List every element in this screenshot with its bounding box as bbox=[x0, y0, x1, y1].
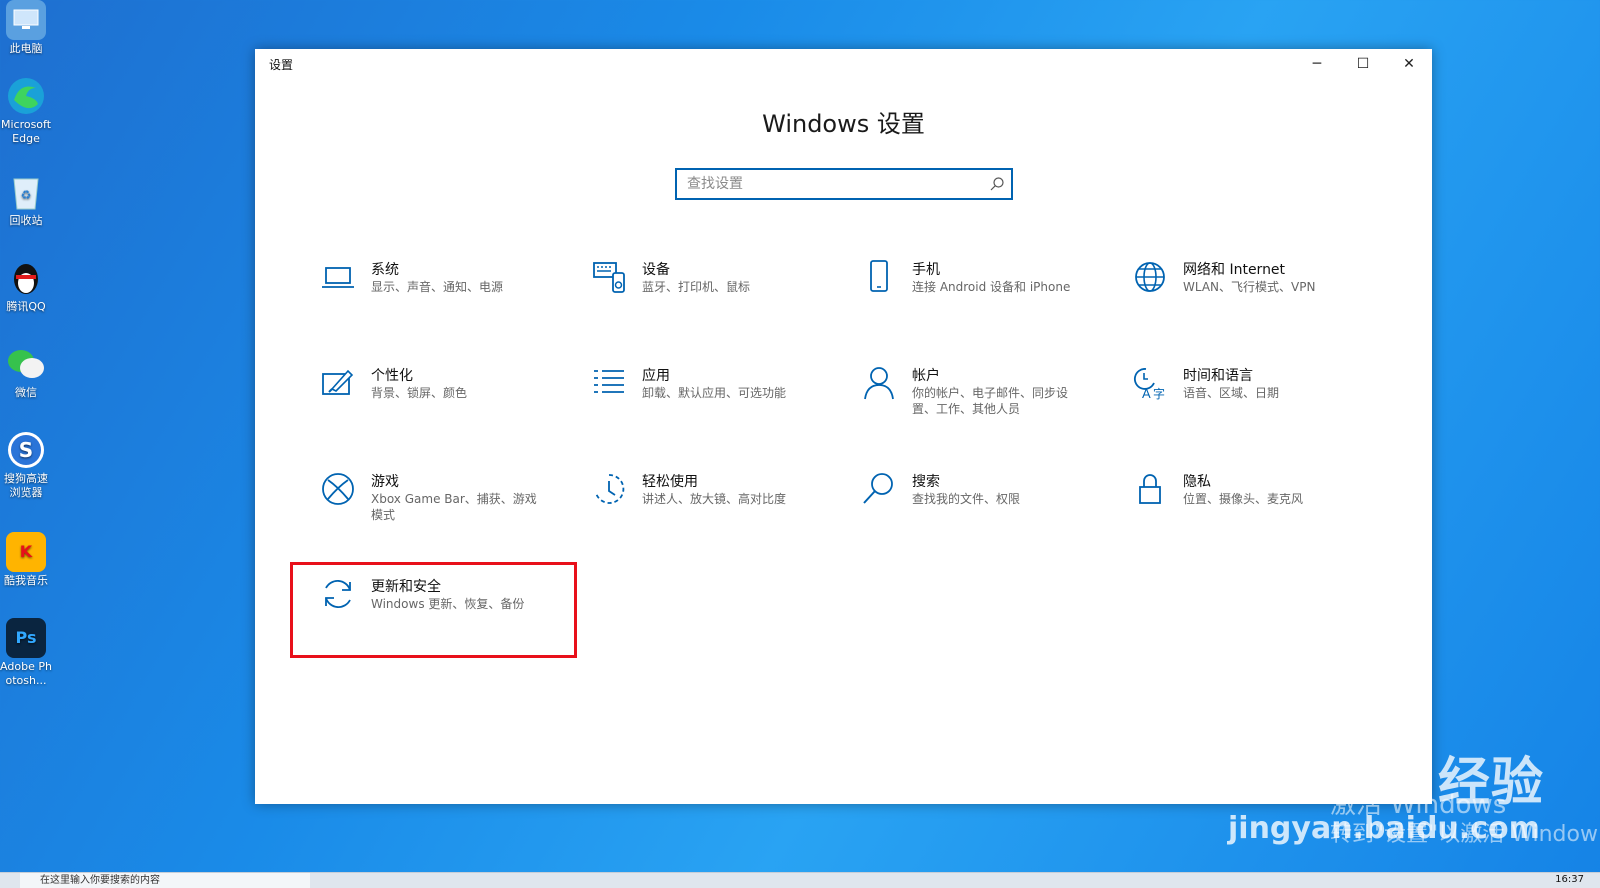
category-description: 背景、锁屏、颜色 bbox=[371, 386, 468, 400]
category-name: 个性化 bbox=[371, 368, 413, 384]
desktop-icon-label: 搜狗高速浏览器 bbox=[4, 472, 48, 499]
category-search[interactable]: 搜索 查找我的文件、权限 bbox=[861, 471, 1111, 561]
desktop-icon-kuwo[interactable]: K 酷我音乐 bbox=[0, 532, 52, 588]
personalization-icon bbox=[322, 369, 354, 395]
category-system[interactable]: 系统 显示、声音、通知、电源 bbox=[320, 259, 570, 349]
category-privacy[interactable]: 隐私 位置、摄像头、麦克风 bbox=[1132, 471, 1382, 561]
qq-penguin-icon bbox=[6, 258, 46, 298]
category-description: 语音、区域、日期 bbox=[1183, 386, 1280, 400]
category-name: 隐私 bbox=[1183, 474, 1211, 490]
phone-icon bbox=[870, 260, 888, 292]
category-name: 帐户 bbox=[912, 368, 940, 384]
recycle-bin-icon: ♻ bbox=[6, 172, 46, 212]
activation-notice: 激活 Windows 转到"设置"以激活 Window bbox=[1330, 790, 1598, 850]
minimize-icon: ─ bbox=[1312, 56, 1322, 72]
apps-list-icon bbox=[594, 370, 624, 393]
category-gaming[interactable]: 游戏 Xbox Game Bar、捕获、游戏模式 bbox=[320, 471, 570, 561]
search-input[interactable] bbox=[677, 170, 1011, 198]
desktop-icon-edge[interactable]: Microsoft Edge bbox=[0, 76, 52, 146]
category-description: 蓝牙、打印机、鼠标 bbox=[642, 280, 751, 294]
taskbar-search[interactable]: 在这里输入你要搜索的内容 bbox=[20, 873, 310, 888]
category-description: 你的帐户、电子邮件、同步设置、工作、其他人员 bbox=[912, 386, 1069, 416]
photoshop-icon: Ps bbox=[6, 618, 46, 658]
sogou-browser-icon: S bbox=[6, 430, 46, 470]
desktop-icon-wechat[interactable]: 微信 bbox=[0, 344, 52, 400]
category-name: 手机 bbox=[912, 262, 940, 278]
category-time-language[interactable]: A字 时间和语言 语音、区域、日期 bbox=[1132, 365, 1382, 455]
time-language-icon: A字 bbox=[1134, 368, 1165, 401]
taskbar-search-text: 在这里输入你要搜索的内容 bbox=[40, 875, 160, 886]
category-name: 系统 bbox=[371, 262, 399, 278]
search-box[interactable] bbox=[675, 168, 1013, 200]
search-icon bbox=[863, 473, 893, 504]
category-phone[interactable]: 手机 连接 Android 设备和 iPhone bbox=[861, 259, 1111, 349]
category-name: 应用 bbox=[642, 368, 670, 384]
title-bar[interactable]: 设置 ─ ☐ ✕ bbox=[255, 49, 1432, 79]
desktop-icon-label: 微信 bbox=[15, 386, 37, 399]
taskbar: 在这里输入你要搜索的内容 16:37 bbox=[0, 872, 1600, 888]
category-description: 讲述人、放大镜、高对比度 bbox=[642, 492, 787, 506]
window-title: 设置 bbox=[269, 58, 294, 72]
category-apps[interactable]: 应用 卸载、默认应用、可选功能 bbox=[591, 365, 841, 455]
desktop-icon-recycle-bin[interactable]: ♻ 回收站 bbox=[0, 172, 52, 228]
category-description: 显示、声音、通知、电源 bbox=[371, 280, 504, 294]
category-name: 游戏 bbox=[371, 474, 399, 490]
kuwo-music-icon: K bbox=[6, 532, 46, 572]
xbox-icon bbox=[322, 473, 354, 505]
activation-line-1: 激活 Windows bbox=[1330, 790, 1507, 820]
settings-window: 设置 ─ ☐ ✕ Windows 设置 系统 显示、声音、通知、电源 设备 蓝牙… bbox=[255, 49, 1432, 804]
highlight-box bbox=[290, 562, 577, 658]
desktop-icon-qq[interactable]: 腾讯QQ bbox=[0, 258, 52, 314]
svg-text:S: S bbox=[19, 438, 33, 462]
laptop-icon bbox=[322, 267, 354, 288]
category-personalization[interactable]: 个性化 背景、锁屏、颜色 bbox=[320, 365, 570, 455]
person-icon bbox=[864, 367, 894, 400]
desktop-icon-label: 此电脑 bbox=[9, 42, 43, 55]
search-icon[interactable] bbox=[989, 176, 1005, 192]
desktop-icon-label: Adobe Photosh... bbox=[0, 660, 52, 687]
category-devices[interactable]: 设备 蓝牙、打印机、鼠标 bbox=[591, 259, 841, 349]
category-description: 连接 Android 设备和 iPhone bbox=[912, 280, 1071, 294]
category-name: 网络和 Internet bbox=[1183, 262, 1286, 278]
wechat-icon bbox=[6, 344, 46, 384]
activation-line-2: 转到"设置"以激活 Window bbox=[1330, 822, 1598, 847]
svg-text:A: A bbox=[1142, 386, 1151, 401]
category-description: WLAN、飞行模式、VPN bbox=[1183, 280, 1316, 294]
category-description: 位置、摄像头、麦克风 bbox=[1183, 492, 1304, 506]
taskbar-clock[interactable]: 16:37 bbox=[1555, 873, 1584, 887]
category-ease-of-access[interactable]: 轻松使用 讲述人、放大镜、高对比度 bbox=[591, 471, 841, 561]
category-network[interactable]: 网络和 Internet WLAN、飞行模式、VPN bbox=[1132, 259, 1382, 349]
maximize-icon: ☐ bbox=[1356, 56, 1370, 72]
category-accounts[interactable]: 帐户 你的帐户、电子邮件、同步设置、工作、其他人员 bbox=[861, 365, 1111, 455]
category-description: Xbox Game Bar、捕获、游戏模式 bbox=[371, 492, 537, 522]
svg-text:字: 字 bbox=[1153, 386, 1165, 401]
desktop-icon-photoshop[interactable]: Ps Adobe Photosh... bbox=[0, 618, 52, 688]
category-name: 设备 bbox=[642, 262, 670, 278]
desktop-icon-label: 酷我音乐 bbox=[4, 574, 48, 587]
desktop-icon-label: 回收站 bbox=[9, 214, 43, 227]
close-icon: ✕ bbox=[1403, 56, 1415, 72]
close-button[interactable]: ✕ bbox=[1386, 49, 1432, 79]
ease-of-access-icon bbox=[595, 474, 625, 504]
lock-icon bbox=[1139, 474, 1161, 504]
category-description: 卸载、默认应用、可选功能 bbox=[642, 386, 787, 400]
category-description: 查找我的文件、权限 bbox=[912, 492, 1021, 506]
maximize-button[interactable]: ☐ bbox=[1340, 49, 1386, 79]
desktop-icon-label: Microsoft Edge bbox=[0, 118, 52, 145]
desktop-icon-label: 腾讯QQ bbox=[6, 300, 46, 313]
category-name: 时间和语言 bbox=[1183, 368, 1253, 384]
edge-icon bbox=[6, 76, 46, 116]
category-name: 轻松使用 bbox=[642, 474, 698, 490]
svg-text:♻: ♻ bbox=[21, 188, 32, 202]
devices-icon bbox=[593, 262, 625, 293]
page-title: Windows 设置 bbox=[762, 110, 925, 138]
globe-icon bbox=[1135, 262, 1165, 292]
category-name: 搜索 bbox=[912, 474, 940, 490]
desktop-icon-sogou[interactable]: S 搜狗高速浏览器 bbox=[0, 430, 52, 500]
desktop-icon-this-pc[interactable]: 此电脑 bbox=[0, 0, 52, 56]
minimize-button[interactable]: ─ bbox=[1294, 49, 1340, 79]
computer-icon bbox=[6, 0, 46, 40]
